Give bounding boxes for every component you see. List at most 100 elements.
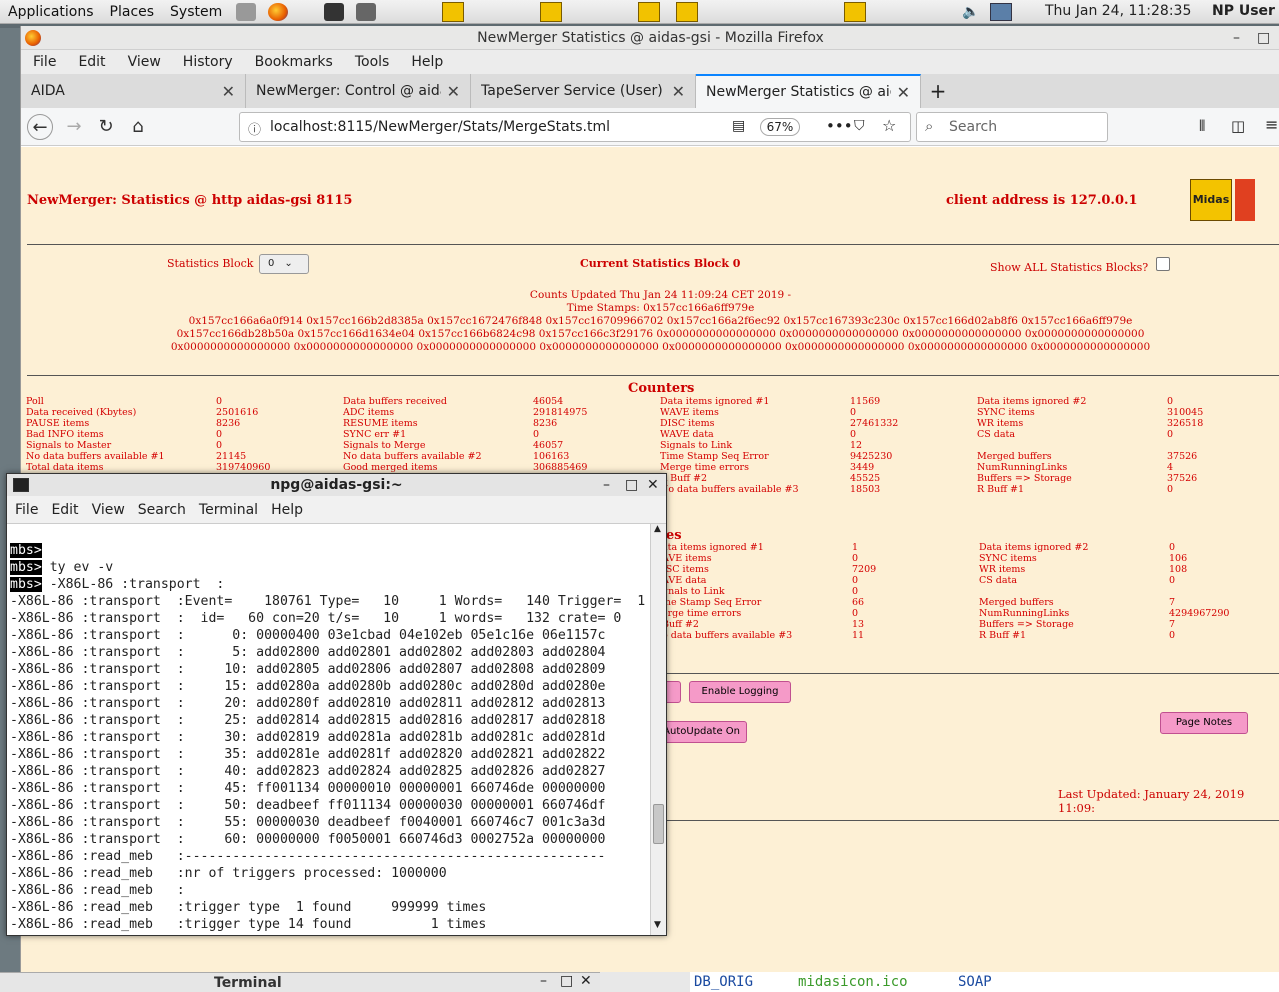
midas-taskbar-icon[interactable]: [638, 1, 661, 22]
rate-value: 0: [1169, 630, 1176, 641]
tab-aida[interactable]: AIDA ✕: [21, 74, 246, 108]
close-icon[interactable]: ✕: [580, 973, 592, 989]
search-box[interactable]: ⌕ Search: [916, 112, 1108, 142]
info-icon[interactable]: ⓘ: [248, 119, 261, 138]
counter-label: PAUSE items: [26, 418, 90, 429]
reader-view-icon[interactable]: ▤: [732, 118, 745, 134]
back-icon[interactable]: ←: [27, 114, 53, 140]
network-icon[interactable]: [990, 3, 1012, 21]
term-menu-file[interactable]: File: [15, 502, 38, 518]
close-tab-icon[interactable]: ✕: [447, 82, 460, 101]
menu-tools[interactable]: Tools: [355, 54, 390, 70]
url-text[interactable]: localhost:8115/NewMerger/Stats/MergeStat…: [270, 119, 610, 135]
autoupdate-button[interactable]: AutoUpdate On: [661, 721, 747, 743]
term-menu-help[interactable]: Help: [271, 502, 303, 518]
minimize-icon[interactable]: –: [603, 474, 610, 496]
minimize-icon[interactable]: –: [540, 973, 547, 989]
terminal-launcher-icon[interactable]: [324, 2, 345, 21]
forward-icon[interactable]: →: [61, 114, 87, 140]
tab-newmerger-control[interactable]: NewMerger: Control @ aidas ✕: [246, 74, 471, 108]
term-menu-search[interactable]: Search: [138, 502, 186, 518]
file-listing: DB_ORIG midasicon.ico SOAP: [690, 972, 1279, 992]
tab-tapeserver[interactable]: TapeServer Service (User) @ ✕: [471, 74, 696, 108]
counter-label: Merged buffers: [977, 451, 1052, 462]
file-entry: SOAP: [958, 974, 992, 990]
panel-clock[interactable]: Thu Jan 24, 11:28:35: [1045, 3, 1191, 19]
menu-file[interactable]: File: [33, 54, 56, 70]
scroll-up-icon[interactable]: ▲: [654, 524, 661, 534]
file-manager-launcher-icon[interactable]: [236, 2, 257, 21]
rate-row: gnals to Link 0: [662, 586, 1269, 597]
terminal-scrollbar[interactable]: ▲ ▼: [650, 524, 666, 935]
maximize-icon[interactable]: □: [625, 474, 638, 496]
term-menu-terminal[interactable]: Terminal: [199, 502, 258, 518]
statistics-block-select[interactable]: 0 ⌄: [259, 254, 309, 274]
timestamps-label: Time Stamps: 0x157cc166a6ff979e: [566, 302, 755, 314]
midas-taskbar-icon[interactable]: [540, 1, 563, 22]
file-entry: midasicon.ico: [798, 974, 908, 990]
close-tab-icon[interactable]: ✕: [672, 82, 685, 101]
menu-edit[interactable]: Edit: [78, 54, 105, 70]
sidebar-icon[interactable]: ◫: [1231, 117, 1245, 135]
maximize-icon[interactable]: □: [560, 973, 573, 989]
bookmark-star-icon[interactable]: ☆: [882, 116, 896, 135]
midas-taskbar-icon[interactable]: [676, 1, 699, 22]
scroll-down-icon[interactable]: ▼: [654, 920, 661, 930]
home-icon[interactable]: ⌂: [125, 114, 151, 140]
rate-label: AVE data: [662, 575, 707, 586]
menu-bookmarks[interactable]: Bookmarks: [255, 54, 333, 70]
panel-user[interactable]: NP User: [1212, 3, 1275, 19]
midas-taskbar-icon[interactable]: [844, 1, 867, 22]
rate-value: [1169, 586, 1269, 597]
counter-value: [1167, 440, 1267, 451]
panel-menu-system[interactable]: System: [162, 4, 230, 20]
rate-row: ata items ignored #1 1 Data items ignored …: [662, 542, 1269, 553]
new-tab-button[interactable]: +: [921, 74, 955, 108]
rate-value: 13: [852, 619, 865, 630]
counter-row: Total data items 319740960 Good merged ite…: [26, 462, 1267, 473]
tab-newmerger-statistics[interactable]: NewMerger Statistics @ aida ✕: [696, 74, 921, 108]
terminal-line: -X86L-86 :transport : 60: 00000000 f0050…: [10, 832, 606, 847]
terminal-output[interactable]: mbs> mbs> ty ev -v mbs> -X86L-86 :transpor…: [7, 524, 650, 935]
menu-view[interactable]: View: [128, 54, 161, 70]
close-tab-icon[interactable]: ✕: [222, 82, 235, 101]
terminal-line: -X86L-86 :transport : 40: add02823 add02…: [10, 764, 606, 779]
reload-icon[interactable]: ↻: [93, 114, 119, 140]
background-terminal-titlebar[interactable]: Terminal – □ ✕: [0, 972, 600, 992]
enable-logging-button[interactable]: Enable Logging: [689, 681, 791, 703]
scrollbar-thumb[interactable]: [653, 804, 664, 844]
rate-label: Merged buffers: [979, 597, 1054, 608]
panel-menu-applications[interactable]: Applications: [0, 4, 102, 20]
menu-history[interactable]: History: [183, 54, 233, 70]
firefox-launcher-icon[interactable]: [268, 2, 289, 21]
rate-value: 4294967290: [1169, 608, 1230, 619]
panel-menu-places[interactable]: Places: [102, 4, 163, 20]
terminal-prompt: mbs>: [10, 560, 42, 575]
midas-taskbar-icon[interactable]: [442, 1, 465, 22]
close-icon[interactable]: ✕: [647, 474, 659, 496]
library-icon[interactable]: ⫴: [1199, 117, 1205, 135]
counter-value: 0: [850, 407, 857, 418]
hamburger-menu-icon[interactable]: ≡: [1265, 115, 1278, 134]
counter-value: 37526: [1167, 473, 1198, 484]
maximize-icon[interactable]: □: [1257, 26, 1270, 50]
counter-label: Data items ignored #2: [977, 396, 1087, 407]
volume-icon[interactable]: 🔈: [962, 4, 979, 20]
pocket-icon[interactable]: ⛉: [854, 118, 865, 134]
rate-value: 66: [852, 597, 865, 608]
screenshot-launcher-icon[interactable]: [356, 2, 377, 21]
page-actions-icon[interactable]: •••: [826, 117, 853, 135]
minimize-icon[interactable]: –: [1233, 26, 1240, 50]
term-menu-edit[interactable]: Edit: [51, 502, 78, 518]
firefox-menubar: File Edit View History Bookmarks Tools H…: [21, 50, 1279, 74]
menu-help[interactable]: Help: [411, 54, 443, 70]
zoom-level[interactable]: 67%: [760, 118, 800, 136]
counter-value: 291814975: [533, 407, 588, 418]
close-tab-icon[interactable]: ✕: [897, 83, 910, 102]
term-menu-view[interactable]: View: [92, 502, 125, 518]
counter-value: 310045: [1167, 407, 1204, 418]
url-bar[interactable]: ⓘ localhost:8115/NewMerger/Stats/MergeSt…: [239, 112, 911, 142]
show-all-checkbox[interactable]: [1156, 257, 1170, 271]
page-notes-button[interactable]: Page Notes: [1160, 712, 1248, 734]
terminal-line: -X86L-86 :read_meb :: [10, 883, 185, 898]
